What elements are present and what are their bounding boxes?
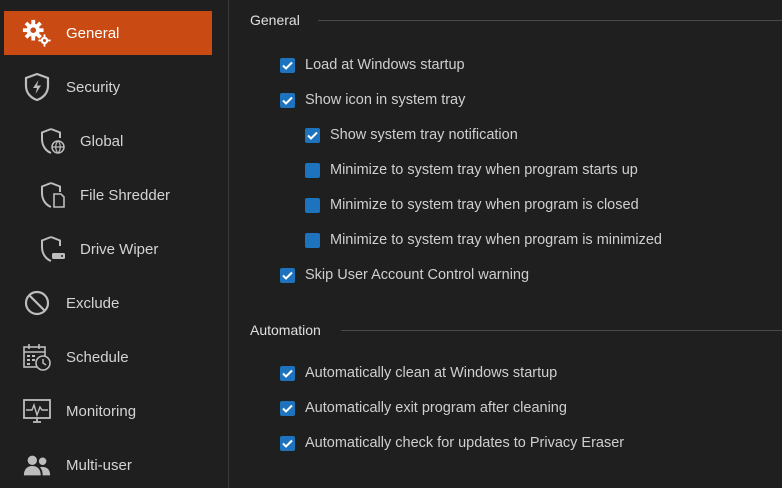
sidebar-item-label: File Shredder <box>80 186 171 204</box>
option-minimize-on-close[interactable]: Minimize to system tray when program is … <box>305 197 639 213</box>
shield-drive-icon <box>38 234 68 264</box>
section-title-automation: Automation <box>250 322 321 338</box>
shield-globe-icon <box>38 126 68 156</box>
checkbox-checked[interactable] <box>305 127 320 143</box>
sidebar-item-multi-user[interactable]: Multi-user <box>4 443 212 487</box>
shield-lightning-icon <box>22 72 52 102</box>
option-minimize-on-startup[interactable]: Minimize to system tray when program sta… <box>305 162 638 178</box>
option-auto-clean-startup[interactable]: Automatically clean at Windows startup <box>280 365 557 381</box>
sidebar-item-label: Monitoring <box>66 402 137 420</box>
option-skip-uac[interactable]: Skip User Account Control warning <box>280 267 529 283</box>
option-label: Show system tray notification <box>330 127 518 143</box>
option-label: Minimize to system tray when program is … <box>330 232 662 248</box>
checkbox-checked[interactable] <box>280 92 295 108</box>
option-load-at-startup[interactable]: Load at Windows startup <box>280 57 465 73</box>
sidebar-item-security[interactable]: Security <box>4 65 212 109</box>
shield-file-icon <box>38 180 68 210</box>
users-icon <box>22 450 52 480</box>
checkbox-checked[interactable] <box>280 400 295 416</box>
checkbox-unchecked[interactable] <box>305 232 320 248</box>
sidebar: General Security Global File Shredder Dr… <box>0 0 229 488</box>
option-label: Automatically clean at Windows startup <box>305 365 558 381</box>
sidebar-item-label: Security <box>66 78 121 96</box>
sidebar-item-drive-wiper[interactable]: Drive Wiper <box>4 227 212 271</box>
option-label: Automatically exit program after cleanin… <box>305 400 567 416</box>
sidebar-item-label: Multi-user <box>66 456 132 474</box>
option-show-tray-icon[interactable]: Show icon in system tray <box>280 92 465 108</box>
option-auto-exit[interactable]: Automatically exit program after cleanin… <box>280 400 567 416</box>
option-auto-update-check[interactable]: Automatically check for updates to Priva… <box>280 435 624 451</box>
option-label: Skip User Account Control warning <box>305 267 530 283</box>
sidebar-item-schedule[interactable]: Schedule <box>4 335 212 379</box>
checkbox-unchecked[interactable] <box>305 197 320 213</box>
sidebar-item-monitoring[interactable]: Monitoring <box>4 389 212 433</box>
option-show-tray-notification[interactable]: Show system tray notification <box>305 127 518 143</box>
sidebar-item-general[interactable]: General <box>4 11 212 55</box>
calendar-clock-icon <box>22 342 52 372</box>
checkbox-checked[interactable] <box>280 57 295 73</box>
option-label: Load at Windows startup <box>305 57 465 73</box>
gears-icon <box>22 18 52 48</box>
sidebar-item-label: Global <box>80 132 124 150</box>
checkbox-checked[interactable] <box>280 435 295 451</box>
settings-panel: General Load at Windows startup Show ico… <box>229 0 782 488</box>
section-title-general: General <box>250 12 300 28</box>
section-divider <box>318 20 782 21</box>
checkbox-checked[interactable] <box>280 267 295 283</box>
sidebar-item-file-shredder[interactable]: File Shredder <box>4 173 212 217</box>
option-label: Minimize to system tray when program sta… <box>330 162 638 178</box>
checkbox-checked[interactable] <box>280 365 295 381</box>
checkbox-unchecked[interactable] <box>305 162 320 178</box>
option-minimize-on-minimize[interactable]: Minimize to system tray when program is … <box>305 232 662 248</box>
sidebar-item-label: Schedule <box>66 348 129 366</box>
sidebar-item-label: Exclude <box>66 294 120 312</box>
sidebar-item-global[interactable]: Global <box>4 119 212 163</box>
prohibited-icon <box>22 288 52 318</box>
sidebar-item-label: General <box>66 24 120 42</box>
section-divider <box>341 330 782 331</box>
sidebar-item-label: Drive Wiper <box>80 240 159 258</box>
sidebar-item-exclude[interactable]: Exclude <box>4 281 212 325</box>
option-label: Automatically check for updates to Priva… <box>305 435 625 451</box>
monitor-pulse-icon <box>22 396 52 426</box>
option-label: Show icon in system tray <box>305 92 466 108</box>
option-label: Minimize to system tray when program is … <box>330 197 639 213</box>
